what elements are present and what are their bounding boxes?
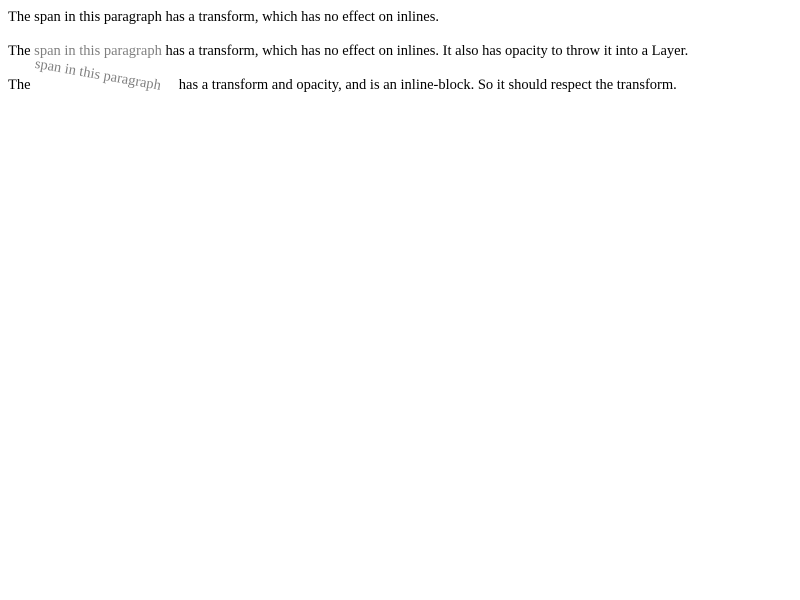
rotated-inline-block-span: span in this paragraph — [33, 55, 163, 94]
paragraph-transform-opacity-inline: The span in this paragraph has a transfo… — [8, 42, 688, 60]
paragraph-prefix: The — [8, 9, 35, 25]
paragraph-prefix: The — [8, 43, 35, 59]
paragraph-suffix: has a transform and opacity, and is an i… — [175, 77, 677, 93]
transformed-inline-span: span in this paragraph — [34, 9, 162, 25]
paragraph-prefix: The — [8, 77, 35, 93]
paragraph-suffix: has a transform, which has no effect on … — [161, 9, 439, 25]
document-body: The span in this paragraph has a transfo… — [0, 0, 800, 94]
paragraph-transform-opacity-inline-block: The span in this paragraph has a transfo… — [8, 56, 677, 94]
paragraph-transform-inline: The span in this paragraph has a transfo… — [8, 8, 439, 26]
paragraph-suffix: has a transform, which has no effect on … — [161, 43, 689, 59]
transformed-opacity-inline-span: span in this paragraph — [34, 43, 162, 59]
